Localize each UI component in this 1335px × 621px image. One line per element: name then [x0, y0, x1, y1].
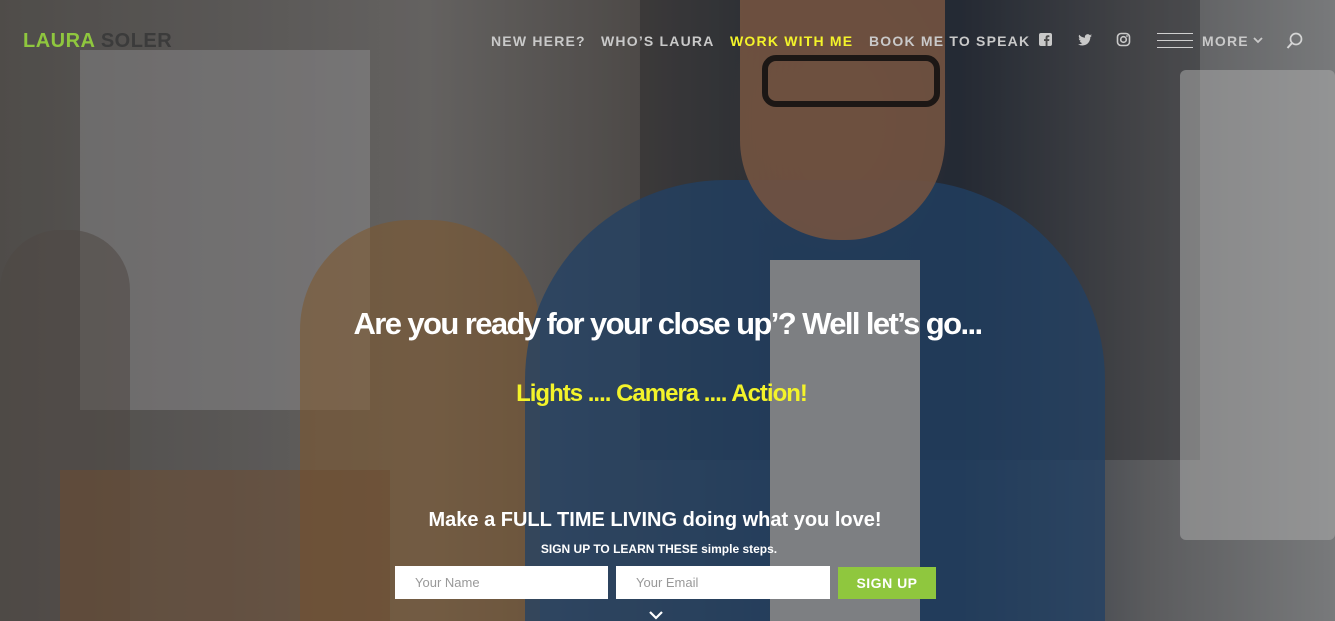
nav-item-work-with-me[interactable]: WORK WITH ME	[730, 33, 853, 49]
instagram-icon[interactable]	[1116, 32, 1132, 48]
nav-item-book-me-to-speak[interactable]: BOOK ME TO SPEAK	[869, 33, 1030, 49]
nav-item-new-here[interactable]: NEW HERE?	[491, 33, 586, 49]
cta-subtitle: SIGN UP TO LEARN THESE simple steps.	[540, 542, 778, 556]
hero-subheadline: Lights .... Camera .... Action!	[0, 380, 1335, 408]
name-input[interactable]	[395, 566, 608, 599]
nav-item-whos-laura[interactable]: WHO’S LAURA	[601, 33, 715, 49]
search-icon[interactable]	[1286, 32, 1304, 50]
hero-section: LAURA SOLER NEW HERE? WHO’S LAURA WORK W…	[0, 0, 1335, 621]
hero-headline: Are you ready for your close up’? Well l…	[353, 306, 984, 341]
more-menu[interactable]: MORE	[1202, 33, 1249, 49]
hero-subheadline-text: Lights .... Camera .... Action!	[516, 380, 808, 407]
site-logo[interactable]: LAURA SOLER	[23, 30, 172, 53]
facebook-icon[interactable]	[1038, 32, 1054, 48]
email-input[interactable]	[616, 566, 830, 599]
twitter-icon[interactable]	[1077, 32, 1093, 48]
cta-title: Make a FULL TIME LIVING doing what you l…	[428, 509, 882, 531]
logo-first-name: LAURA	[23, 30, 95, 52]
scroll-down-icon[interactable]	[648, 610, 664, 621]
logo-last-name: SOLER	[100, 30, 173, 52]
signup-button[interactable]: SIGN UP	[838, 567, 936, 599]
chevron-down-icon[interactable]	[1253, 36, 1263, 44]
hamburger-menu-icon[interactable]	[1157, 33, 1193, 48]
